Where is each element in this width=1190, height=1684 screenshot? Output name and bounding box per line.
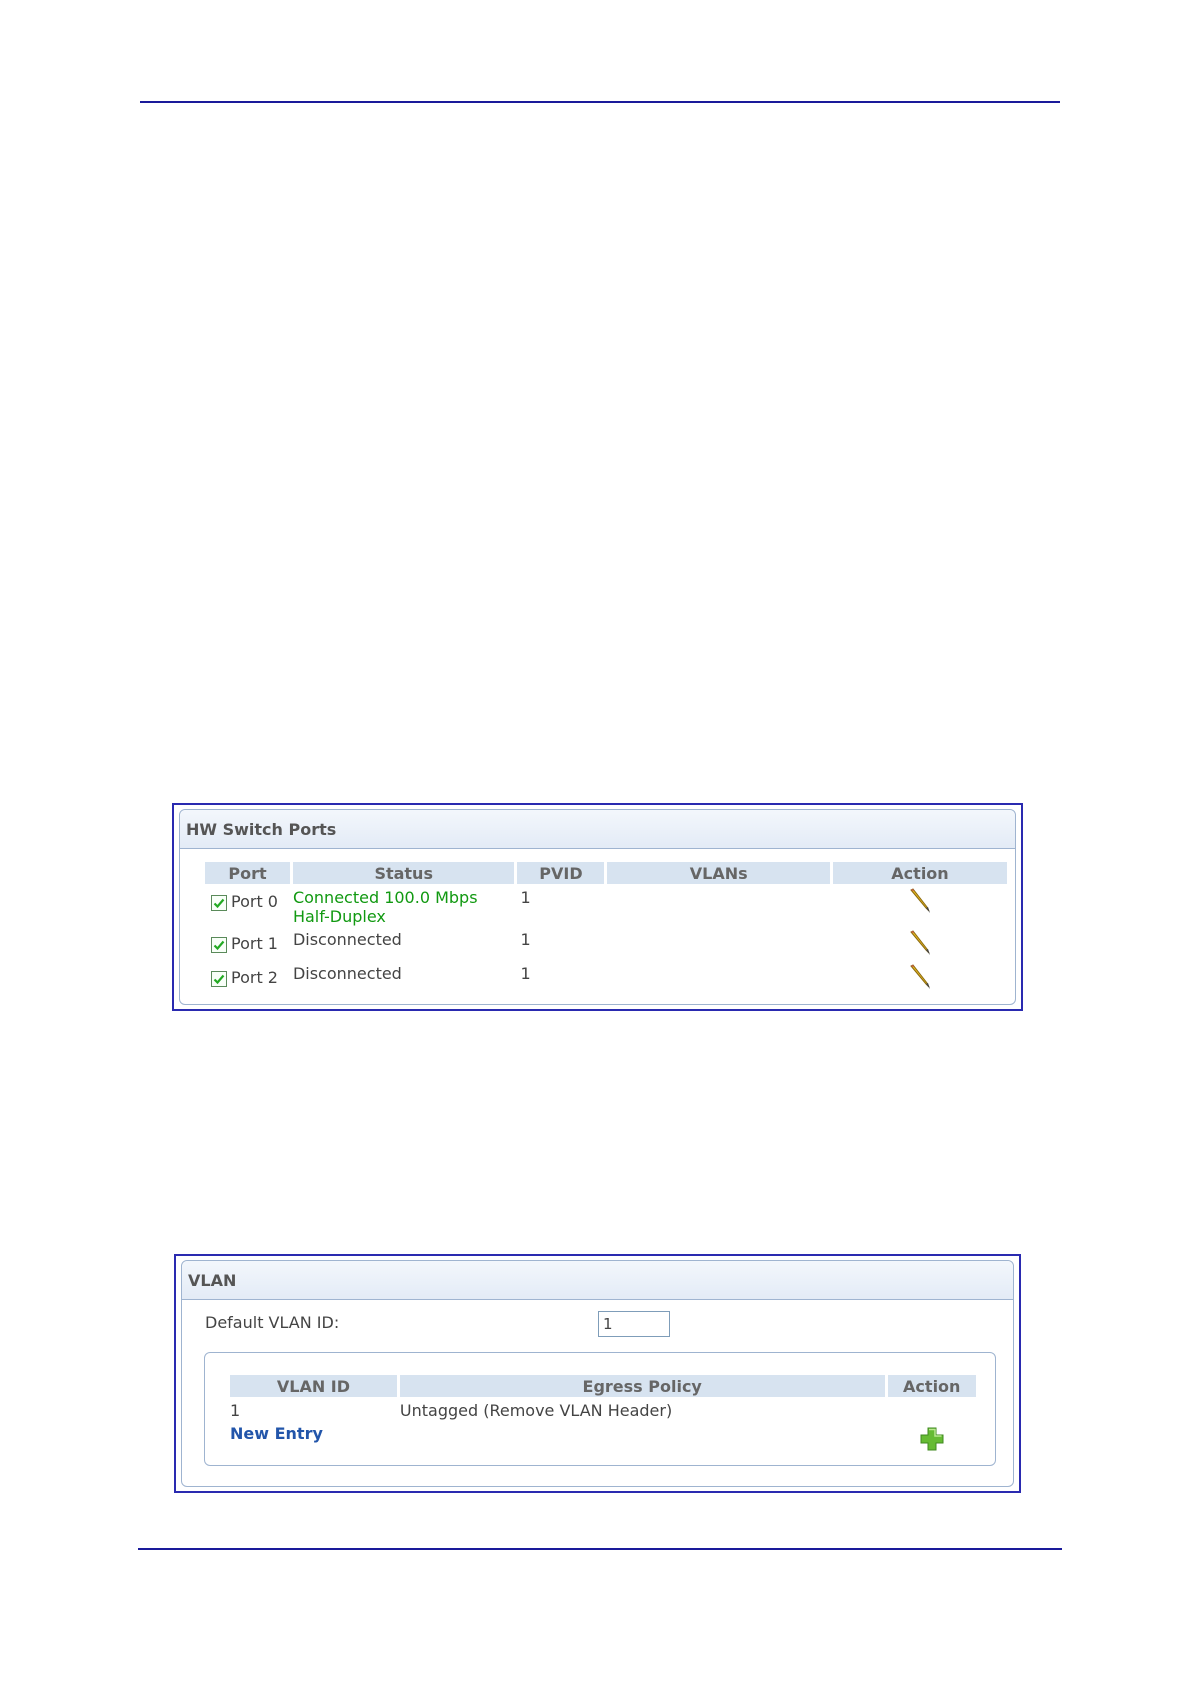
table-header-row: Port Status PVID VLANs Action <box>205 862 1007 884</box>
action-cell <box>833 926 1007 960</box>
panel-title: VLAN <box>182 1261 1013 1300</box>
egress-policy-cell: Untagged (Remove VLAN Header) <box>399 1401 673 1420</box>
vlan-entries-box: VLAN ID Egress Policy Action 1 Untagged … <box>204 1352 996 1466</box>
pencil-icon[interactable] <box>908 888 932 918</box>
default-vlan-label: Default VLAN ID: <box>205 1313 340 1332</box>
column-header-action: Action <box>832 862 1007 884</box>
status-text-line2: Half-Duplex <box>292 907 386 926</box>
port-cell: Port 2 <box>205 960 290 994</box>
pvid-cell: 1 <box>520 930 531 949</box>
plus-icon[interactable] <box>919 1427 945 1456</box>
pencil-icon[interactable] <box>908 964 932 994</box>
default-vlan-input[interactable] <box>598 1311 670 1337</box>
status-text-line1: Disconnected <box>292 964 402 983</box>
column-header-vlan-id: VLAN ID <box>230 1375 397 1397</box>
action-cell <box>888 1397 977 1420</box>
action-cell <box>833 884 1007 926</box>
port-enable-checkbox[interactable] <box>211 894 227 911</box>
hw-switch-ports-panel: HW Switch Ports Port Status PVID VLANs A… <box>179 809 1016 1005</box>
port-cell: Port 0 <box>205 884 290 926</box>
port-enable-checkbox[interactable] <box>211 970 227 987</box>
panel-title: HW Switch Ports <box>180 810 1015 849</box>
table-row: Port 2 Disconnected 1 <box>205 960 1007 994</box>
status-cell: Disconnected <box>293 960 515 994</box>
port-cell: Port 1 <box>205 926 290 960</box>
table-row: 1 Untagged (Remove VLAN Header) <box>230 1397 976 1420</box>
column-header-action: Action <box>887 1375 976 1397</box>
port-name: Port 0 <box>231 892 278 911</box>
status-cell: Disconnected <box>293 926 515 960</box>
port-name: Port 2 <box>231 968 278 987</box>
column-header-port: Port <box>205 862 290 884</box>
checkmark-icon <box>213 974 225 984</box>
port-name: Port 1 <box>231 934 278 953</box>
table-row: Port 0 Connected 100.0 Mbps Half-Duplex … <box>205 884 1007 926</box>
new-entry-link[interactable]: New Entry <box>230 1424 323 1443</box>
vlan-table: VLAN ID Egress Policy Action 1 Untagged … <box>227 1375 979 1456</box>
checkmark-icon <box>213 940 225 950</box>
checkmark-icon <box>213 898 225 908</box>
column-header-vlans: VLANs <box>607 862 830 884</box>
vlan-panel: VLAN Default VLAN ID: VLAN ID Egress Pol… <box>181 1260 1014 1487</box>
new-entry-cell: New Entry <box>230 1420 397 1456</box>
add-cell <box>888 1420 977 1456</box>
action-cell <box>833 960 1007 994</box>
status-text-line1: Connected 100.0 Mbps <box>292 888 478 907</box>
status-cell: Connected 100.0 Mbps Half-Duplex <box>293 884 515 926</box>
header-rule <box>140 101 1060 103</box>
table-row: New Entry <box>230 1420 976 1456</box>
vlan-id-cell: 1 <box>230 1401 241 1420</box>
pvid-cell: 1 <box>520 964 531 983</box>
pencil-icon[interactable] <box>908 930 932 960</box>
table-row: Port 1 Disconnected 1 <box>205 926 1007 960</box>
table-header-row: VLAN ID Egress Policy Action <box>230 1375 976 1397</box>
vlans-cell <box>607 884 830 926</box>
footer-rule <box>138 1548 1062 1550</box>
vlans-cell <box>607 926 830 960</box>
pvid-cell: 1 <box>520 888 531 907</box>
status-text-line1: Disconnected <box>292 930 402 949</box>
column-header-status: Status <box>292 862 515 884</box>
column-header-egress-policy: Egress Policy <box>399 1375 885 1397</box>
port-enable-checkbox[interactable] <box>211 936 227 953</box>
vlan-screenshot: VLAN Default VLAN ID: VLAN ID Egress Pol… <box>174 1254 1021 1493</box>
vlans-cell <box>607 960 830 994</box>
column-header-pvid: PVID <box>517 862 605 884</box>
ports-table: Port Status PVID VLANs Action Port 0 Con… <box>202 862 1010 994</box>
hw-switch-ports-screenshot: HW Switch Ports Port Status PVID VLANs A… <box>172 803 1023 1011</box>
